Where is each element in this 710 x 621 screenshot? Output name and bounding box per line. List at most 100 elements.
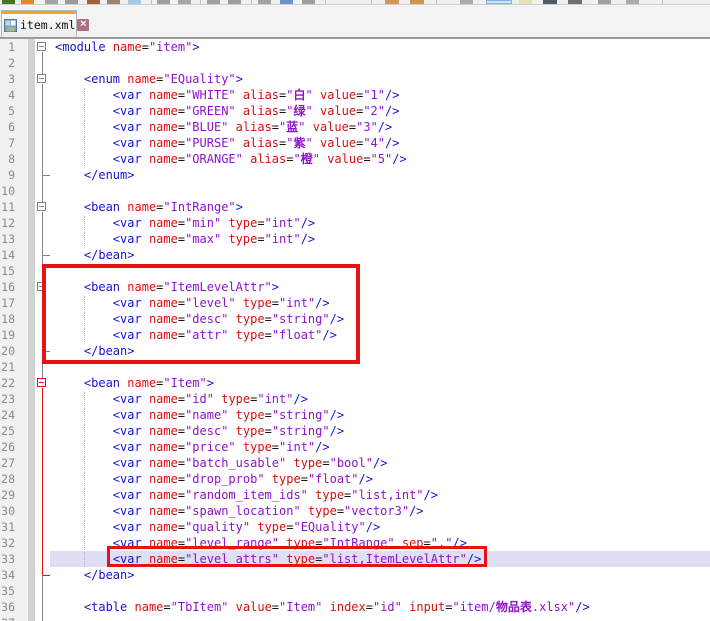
fold-toggle-icon[interactable] bbox=[37, 202, 46, 211]
code-line: 34 </bean> bbox=[0, 567, 710, 583]
line-number: 1 bbox=[0, 39, 28, 55]
code-line: 36 <table name="TbItem" value="Item" ind… bbox=[0, 599, 710, 615]
active-tab-accent bbox=[2, 11, 76, 14]
code-text[interactable]: <var name="min" type="int"/> bbox=[50, 215, 710, 231]
code-text[interactable] bbox=[50, 55, 710, 71]
line-number: 24 bbox=[0, 407, 28, 423]
toolbar-icon-fragment bbox=[107, 0, 120, 4]
indent-guide bbox=[84, 328, 85, 342]
bookmark-margin bbox=[28, 599, 35, 615]
code-text[interactable]: <module name="item"> bbox=[50, 39, 710, 55]
line-number: 6 bbox=[0, 119, 28, 135]
code-line: 6 <var name="BLUE" alias="蓝" value="3"/> bbox=[0, 119, 710, 135]
code-text[interactable]: <bean name="ItemLevelAttr"> bbox=[50, 279, 710, 295]
code-text[interactable]: <var name="drop_prob" type="float"/> bbox=[50, 471, 710, 487]
code-line: 30 <var name="spawn_location" type="vect… bbox=[0, 503, 710, 519]
fold-margin-cell bbox=[35, 247, 50, 263]
code-text[interactable]: <var name="GREEN" alias="绿" value="2"/> bbox=[50, 103, 710, 119]
code-line: 10 bbox=[0, 183, 710, 199]
code-text[interactable]: </bean> bbox=[50, 567, 710, 583]
toolbar-icon-fragment bbox=[410, 0, 424, 4]
code-line: 19 <var name="attr" type="float"/> bbox=[0, 327, 710, 343]
line-number: 30 bbox=[0, 503, 28, 519]
code-text[interactable]: <bean name="Item"> bbox=[50, 375, 710, 391]
code-text[interactable]: <var name="BLUE" alias="蓝" value="3"/> bbox=[50, 119, 710, 135]
fold-margin-cell[interactable] bbox=[35, 39, 50, 55]
code-text[interactable]: <var name="PURSE" alias="紫" value="4"/> bbox=[50, 135, 710, 151]
fold-margin-cell bbox=[35, 103, 50, 119]
fold-toggle-icon[interactable] bbox=[37, 282, 46, 291]
code-text[interactable]: <var name="level_range" type="IntRange" … bbox=[50, 535, 710, 551]
code-text[interactable] bbox=[50, 615, 710, 621]
tab-item-xml[interactable]: item.xml × bbox=[1, 10, 77, 37]
code-text[interactable]: </bean> bbox=[50, 247, 710, 263]
code-text[interactable]: <var name="max" type="int"/> bbox=[50, 231, 710, 247]
code-text[interactable]: </bean> bbox=[50, 343, 710, 359]
fold-toggle-icon[interactable] bbox=[37, 74, 46, 83]
code-text[interactable]: <bean name="IntRange"> bbox=[50, 199, 710, 215]
code-text[interactable]: <var name="random_item_ids" type="list,i… bbox=[50, 487, 710, 503]
fold-margin-cell bbox=[35, 327, 50, 343]
bookmark-margin bbox=[28, 423, 35, 439]
line-number: 15 bbox=[0, 263, 28, 279]
fold-toggle-icon[interactable] bbox=[37, 42, 46, 51]
code-text[interactable]: <var name="WHITE" alias="白" value="1"/> bbox=[50, 87, 710, 103]
line-number: 19 bbox=[0, 327, 28, 343]
indent-guide bbox=[84, 296, 85, 310]
fold-margin-cell bbox=[35, 359, 50, 375]
code-text[interactable]: <var name="desc" type="string"/> bbox=[50, 423, 710, 439]
tab-title: item.xml bbox=[20, 18, 75, 32]
code-line: 37 bbox=[0, 615, 710, 621]
code-text[interactable] bbox=[50, 359, 710, 375]
line-number: 37 bbox=[0, 615, 28, 621]
bookmark-margin bbox=[28, 535, 35, 551]
line-number: 12 bbox=[0, 215, 28, 231]
code-text[interactable] bbox=[50, 583, 710, 599]
fold-margin-cell[interactable] bbox=[35, 279, 50, 295]
code-text[interactable]: <var name="attr" type="float"/> bbox=[50, 327, 710, 343]
code-text[interactable]: <var name="batch_usable" type="bool"/> bbox=[50, 455, 710, 471]
code-line: 35 bbox=[0, 583, 710, 599]
line-number: 17 bbox=[0, 295, 28, 311]
indent-guide bbox=[84, 152, 85, 166]
code-text[interactable]: <var name="name" type="string"/> bbox=[50, 407, 710, 423]
fold-margin-cell[interactable] bbox=[35, 375, 50, 391]
toolbar-icon-fragment bbox=[626, 0, 639, 4]
code-text[interactable] bbox=[50, 263, 710, 279]
line-number: 31 bbox=[0, 519, 28, 535]
code-text[interactable]: <var name="id" type="int"/> bbox=[50, 391, 710, 407]
close-icon[interactable]: × bbox=[77, 19, 89, 31]
toolbar-icon-fragment bbox=[65, 0, 78, 4]
bookmark-margin bbox=[28, 359, 35, 375]
fold-margin-cell[interactable] bbox=[35, 71, 50, 87]
toolbar-icon-fragment bbox=[21, 0, 34, 4]
code-text[interactable]: </enum> bbox=[50, 167, 710, 183]
code-text-current-line[interactable]: <var name="level_attrs" type="list,ItemL… bbox=[50, 551, 710, 567]
code-text[interactable] bbox=[50, 183, 710, 199]
editor[interactable]: 1<module name="item">23 <enum name="EQua… bbox=[0, 39, 710, 621]
bookmark-margin bbox=[28, 391, 35, 407]
fold-margin-cell bbox=[35, 263, 50, 279]
bookmark-margin bbox=[28, 199, 35, 215]
code-line: 11 <bean name="IntRange"> bbox=[0, 199, 710, 215]
code-text[interactable]: <var name="level" type="int"/> bbox=[50, 295, 710, 311]
code-line: 23 <var name="id" type="int"/> bbox=[0, 391, 710, 407]
fold-margin-cell[interactable] bbox=[35, 199, 50, 215]
line-number: 9 bbox=[0, 167, 28, 183]
code-text[interactable]: <table name="TbItem" value="Item" index=… bbox=[50, 599, 710, 615]
code-line: 9 </enum> bbox=[0, 167, 710, 183]
code-text[interactable]: <var name="ORANGE" alias="橙" value="5"/> bbox=[50, 151, 710, 167]
code-line: 4 <var name="WHITE" alias="白" value="1"/… bbox=[0, 87, 710, 103]
line-number: 36 bbox=[0, 599, 28, 615]
indent-guide bbox=[84, 312, 85, 326]
line-number: 4 bbox=[0, 87, 28, 103]
code-text[interactable]: <var name="price" type="int"/> bbox=[50, 439, 710, 455]
toolbar-icon-fragment bbox=[519, 0, 532, 4]
fold-margin-cell bbox=[35, 119, 50, 135]
code-text[interactable]: <var name="desc" type="string"/> bbox=[50, 311, 710, 327]
code-text[interactable]: <var name="quality" type="EQuality"/> bbox=[50, 519, 710, 535]
code-text[interactable]: <enum name="EQuality"> bbox=[50, 71, 710, 87]
code-text[interactable]: <var name="spawn_location" type="vector3… bbox=[50, 503, 710, 519]
fold-toggle-icon[interactable] bbox=[37, 378, 46, 387]
line-number: 32 bbox=[0, 535, 28, 551]
